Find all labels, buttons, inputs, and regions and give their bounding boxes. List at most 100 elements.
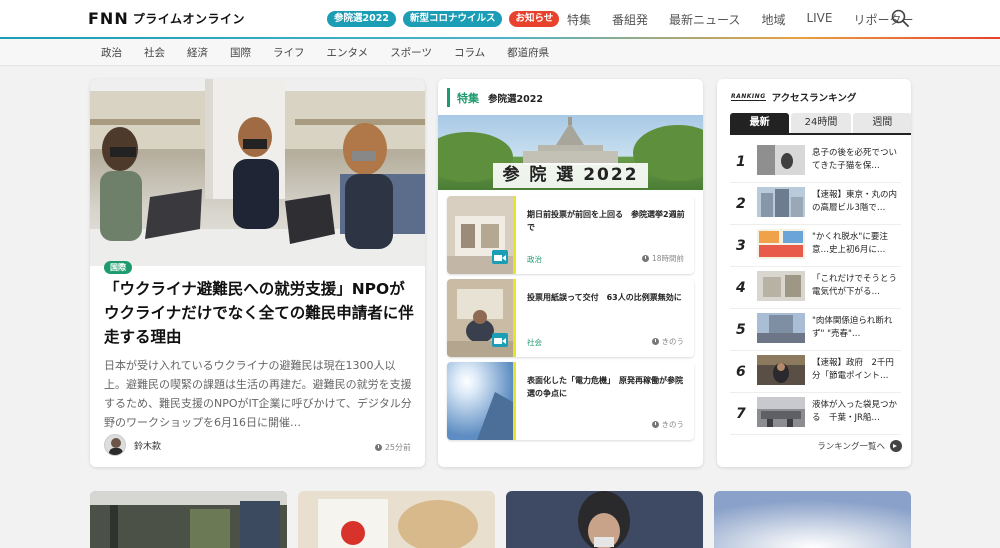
ranking-headline: 「これだけでそうとう電気代が下がる… <box>812 274 898 297</box>
site-logo[interactable]: FNN プライムオンライン <box>88 9 245 28</box>
tab-weekly[interactable]: 週間 <box>852 113 911 133</box>
feature-item-accent <box>513 279 516 357</box>
bottom-story-thumbnail <box>506 491 703 548</box>
ranking-thumbnail <box>757 145 805 175</box>
logo-fnn: FNN <box>88 9 129 28</box>
ranking-thumbnail <box>757 355 805 385</box>
feature-item[interactable]: 期日前投票が前回を上回る 参院選挙2週前で 政治 18時間前 <box>447 196 694 274</box>
ranking-list: 1 息子の後を必死でついてきた子猫を保… 2 【速報】東京・丸の内の高層ビル3階… <box>730 141 901 435</box>
feature-item-title: 期日前投票が前回を上回る 参院選挙2週前で <box>527 210 685 232</box>
main-story-title[interactable]: 「ウクライナ避難民への就労支援」NPOがウクライナだけでなく全ての難民申請者に伴… <box>104 277 414 349</box>
search-icon[interactable] <box>891 9 909 27</box>
ranking-thumbnail <box>757 313 805 343</box>
top-nav: 特集 番組発 最新ニュース 地域 LIVE リポーター <box>567 11 913 28</box>
ranking-item[interactable]: 3 "かくれ脱水"に要注意…史上初6月に… <box>730 225 901 267</box>
category-politics[interactable]: 政治 <box>101 45 122 60</box>
ranking-headline: 【速報】東京・丸の内の高層ビル3階で… <box>812 190 898 213</box>
bottom-story-thumbnail <box>298 491 495 548</box>
ranking-number: 5 <box>736 322 746 338</box>
ranking-mark: RANKING <box>731 93 766 101</box>
video-camera-icon <box>492 250 508 264</box>
clock-icon <box>651 338 659 345</box>
nav-latest-news[interactable]: 最新ニュース <box>669 11 740 28</box>
pill-election[interactable]: 参院選2022 <box>327 11 396 27</box>
ranking-thumbnail <box>757 271 805 301</box>
clock-icon <box>374 444 382 451</box>
ranking-number: 2 <box>736 196 746 212</box>
arrow-right-icon <box>890 440 902 452</box>
ranking-thumbnail <box>757 229 805 259</box>
ranking-number: 1 <box>736 154 746 170</box>
category-entertainment[interactable]: エンタメ <box>327 45 369 60</box>
category-society[interactable]: 社会 <box>144 45 165 60</box>
ranking-title: アクセスランキング <box>771 93 857 104</box>
nav-features[interactable]: 特集 <box>567 11 591 28</box>
category-economy[interactable]: 経済 <box>187 45 208 60</box>
ranking-item[interactable]: 1 息子の後を必死でついてきた子猫を保… <box>730 141 901 183</box>
ranking-headline: 液体が入った袋見つかる 千葉・JR船… <box>812 400 898 423</box>
ranking-item[interactable]: 2 【速報】東京・丸の内の高層ビル3階で… <box>730 183 901 225</box>
feature-banner-text: 参 院 選 2022 <box>493 163 648 188</box>
ranking-more-link[interactable]: ランキング一覧へ <box>817 440 902 452</box>
ranking-thumbnail <box>757 397 805 427</box>
feature-item-time-text: 18時間前 <box>651 254 684 263</box>
category-international[interactable]: 国際 <box>230 45 251 60</box>
feature-banner[interactable]: 参 院 選 2022 <box>438 115 703 190</box>
pill-notice[interactable]: お知らせ <box>509 11 560 27</box>
nav-programs[interactable]: 番組発 <box>612 11 648 28</box>
bottom-story-card[interactable] <box>90 491 287 548</box>
nav-regions[interactable]: 地域 <box>761 11 785 28</box>
bottom-story-card[interactable] <box>506 491 703 548</box>
category-prefectures[interactable]: 都道府県 <box>507 45 549 60</box>
feature-item[interactable]: 表面化した「電力危機」 原発再稼働が参院選の争点に きのう <box>447 362 694 440</box>
category-life[interactable]: ライフ <box>273 45 305 60</box>
tab-latest[interactable]: 最新 <box>730 113 790 133</box>
ranking-header: RANKING アクセスランキング <box>731 90 856 104</box>
author-block[interactable]: 鈴木款 <box>104 434 161 456</box>
bottom-story-card[interactable] <box>298 491 495 548</box>
feature-item-accent <box>513 196 516 274</box>
video-camera-icon <box>492 333 508 347</box>
ranking-item[interactable]: 4 「これだけでそうとう電気代が下がる… <box>730 267 901 309</box>
main-story-card[interactable]: 国際 「ウクライナ避難民への就労支援」NPOがウクライナだけでなく全ての難民申請… <box>90 79 425 467</box>
main-story-time: 25分前 <box>374 442 411 453</box>
feature-item-accent <box>513 362 516 440</box>
bottom-story-card[interactable] <box>714 491 911 548</box>
ranking-headline: "肉体関係迫られ断れず" "売春"… <box>812 316 893 339</box>
author-name: 鈴木款 <box>134 441 162 452</box>
ranking-number: 3 <box>736 238 746 254</box>
site-header: FNN プライムオンライン 参院選2022 新型コロナウイルス お知らせ 特集 … <box>0 0 1000 39</box>
ranking-headline: "かくれ脱水"に要注意…史上初6月に… <box>812 232 888 255</box>
ranking-tabs: 最新 24時間 週間 <box>730 113 911 135</box>
main-story-photo <box>90 79 425 266</box>
category-sports[interactable]: スポーツ <box>390 45 432 60</box>
pill-coronavirus[interactable]: 新型コロナウイルス <box>402 11 503 27</box>
feature-item-title: 投票用紙誤って交付 63人の比例票無効に <box>527 293 682 302</box>
nav-live[interactable]: LIVE <box>806 11 832 28</box>
feature-item-time: きのう <box>651 419 684 430</box>
main-story-time-text: 25分前 <box>384 443 411 452</box>
ranking-item[interactable]: 7 液体が入った袋見つかる 千葉・JR船… <box>730 393 901 435</box>
feature-card: 特集 参院選2022 参 院 選 2022 期日前投票が前回を上回る 参院選挙2… <box>438 79 703 467</box>
main-story-category-badge[interactable]: 国際 <box>104 261 132 274</box>
bottom-story-thumbnail <box>714 491 911 548</box>
clock-icon <box>651 421 659 428</box>
feature-label: 特集 <box>457 91 479 105</box>
feature-header[interactable]: 特集 参院選2022 <box>447 88 543 107</box>
author-avatar <box>104 434 126 456</box>
ranking-item[interactable]: 5 "肉体関係迫られ断れず" "売春"… <box>730 309 901 351</box>
topic-pills: 参院選2022 新型コロナウイルス お知らせ <box>327 11 560 27</box>
feature-item-time-text: きのう <box>661 337 685 346</box>
feature-item[interactable]: 投票用紙誤って交付 63人の比例票無効に 社会 きのう <box>447 279 694 357</box>
feature-item-time: きのう <box>651 336 685 347</box>
tab-24-hours[interactable]: 24時間 <box>791 113 851 133</box>
ranking-headline: 息子の後を必死でついてきた子猫を保… <box>812 148 898 171</box>
feature-topic: 参院選2022 <box>488 93 543 105</box>
bottom-story-thumbnail <box>90 491 287 548</box>
ranking-item[interactable]: 6 【速報】政府 2千円分「節電ポイント… <box>730 351 901 393</box>
category-column[interactable]: コラム <box>454 45 485 60</box>
feature-item-thumbnail <box>447 362 513 440</box>
main-story-summary: 日本が受け入れているウクライナの避難民は現在1300人以上。避難民の喫緊の課題は… <box>104 359 412 429</box>
ranking-number: 7 <box>736 406 746 422</box>
category-nav: 政治 社会 経済 国際 ライフ エンタメ スポーツ コラム 都道府県 <box>0 39 1000 66</box>
